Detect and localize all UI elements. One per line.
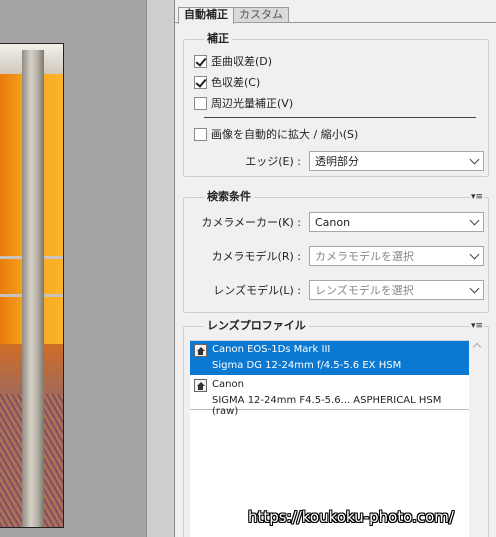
lens-model-label: レンズモデル(L) : <box>213 284 301 297</box>
camera-maker-label: カメラメーカー(K) : <box>201 216 301 229</box>
preview-image <box>0 43 64 528</box>
camera-maker-value: Canon <box>315 215 351 229</box>
profile-camera: Canon <box>212 379 244 390</box>
panel-separator <box>146 0 174 537</box>
auto-scale-label: 画像を自動的に拡大 / 縮小(S) <box>211 128 359 141</box>
edge-row: エッジ(E) : 透明部分 <box>245 151 484 171</box>
vignette-checkbox[interactable] <box>194 96 207 110</box>
divider <box>204 117 476 118</box>
camera-model-select[interactable]: カメラモデルを選択 <box>309 246 484 266</box>
search-group-title: 検索条件 <box>204 190 254 204</box>
distortion-option[interactable]: 歪曲収差(D) <box>194 53 272 69</box>
list-item[interactable]: Canon SIGMA 12-24mm F4.5-5.6... ASPHERIC… <box>190 376 469 417</box>
scroll-up-icon[interactable] <box>472 342 482 352</box>
chromatic-aberration-label: 色収差(C) <box>211 76 261 89</box>
photo-pillar <box>22 50 44 527</box>
lens-correction-panel: 自動補正 カスタム 補正 歪曲収差(D) 色収差(C) 周辺光量補正(V) 画像… <box>174 0 496 537</box>
watermark: https://koukoku-photo.com/ <box>248 508 454 526</box>
canvas-area <box>0 0 146 537</box>
auto-scale-option[interactable]: 画像を自動的に拡大 / 縮小(S) <box>194 126 358 142</box>
edge-value: 透明部分 <box>315 155 359 168</box>
camera-model-label: カメラモデル(R) : <box>211 250 301 263</box>
lens-profile-group-title: レンズプロファイル <box>204 319 309 333</box>
list-item[interactable]: Canon EOS-1Ds Mark III Sigma DG 12-24mm … <box>190 341 469 375</box>
menu-icon[interactable]: ▾≡ <box>469 192 484 202</box>
profile-lens: SIGMA 12-24mm F4.5-5.6... ASPHERICAL HSM… <box>212 395 442 417</box>
profile-lens: Sigma DG 12-24mm f/4.5-5.6 EX HSM <box>212 360 402 371</box>
lens-model-select[interactable]: レンズモデルを選択 <box>309 280 484 300</box>
profile-camera: Canon EOS-1Ds Mark III <box>212 344 331 355</box>
camera-icon <box>194 379 207 392</box>
auto-scale-checkbox[interactable] <box>194 127 207 141</box>
camera-maker-select[interactable]: Canon <box>309 212 484 232</box>
search-criteria-group: 検索条件 ▾≡ カメラメーカー(K) : Canon カメラモデル(R) : カ… <box>183 190 489 313</box>
edge-select[interactable]: 透明部分 <box>309 151 484 171</box>
camera-model-value: カメラモデルを選択 <box>315 250 414 263</box>
chevron-down-icon <box>469 283 480 293</box>
chevron-down-icon <box>469 215 480 225</box>
lens-model-value: レンズモデルを選択 <box>315 284 414 297</box>
chevron-down-icon <box>469 154 480 164</box>
camera-model-row: カメラモデル(R) : カメラモデルを選択 <box>212 246 484 266</box>
camera-icon <box>194 344 207 357</box>
lens-model-row: レンズモデル(L) : レンズモデルを選択 <box>213 280 484 300</box>
scrollbar[interactable] <box>471 340 484 537</box>
chromatic-aberration-option[interactable]: 色収差(C) <box>194 74 260 90</box>
lens-profile-group: レンズプロファイル ▾≡ Canon EOS-1Ds Mark III Sigm… <box>183 319 489 537</box>
distortion-label: 歪曲収差(D) <box>211 55 273 68</box>
correction-group-title: 補正 <box>204 32 232 46</box>
tab-bar: 自動補正 カスタム <box>178 7 289 24</box>
edge-label: エッジ(E) : <box>245 155 301 168</box>
tab-auto-correction[interactable]: 自動補正 <box>178 7 234 24</box>
chromatic-aberration-checkbox[interactable] <box>194 75 207 89</box>
vignette-label: 周辺光量補正(V) <box>211 97 294 110</box>
correction-group: 補正 歪曲収差(D) 色収差(C) 周辺光量補正(V) 画像を自動的に拡大 / … <box>183 32 489 177</box>
chevron-down-icon <box>469 249 480 259</box>
menu-icon[interactable]: ▾≡ <box>469 321 484 331</box>
camera-maker-row: カメラメーカー(K) : Canon <box>201 212 484 232</box>
distortion-checkbox[interactable] <box>194 54 207 68</box>
vignette-option[interactable]: 周辺光量補正(V) <box>194 95 293 111</box>
tab-custom[interactable]: カスタム <box>233 7 289 23</box>
